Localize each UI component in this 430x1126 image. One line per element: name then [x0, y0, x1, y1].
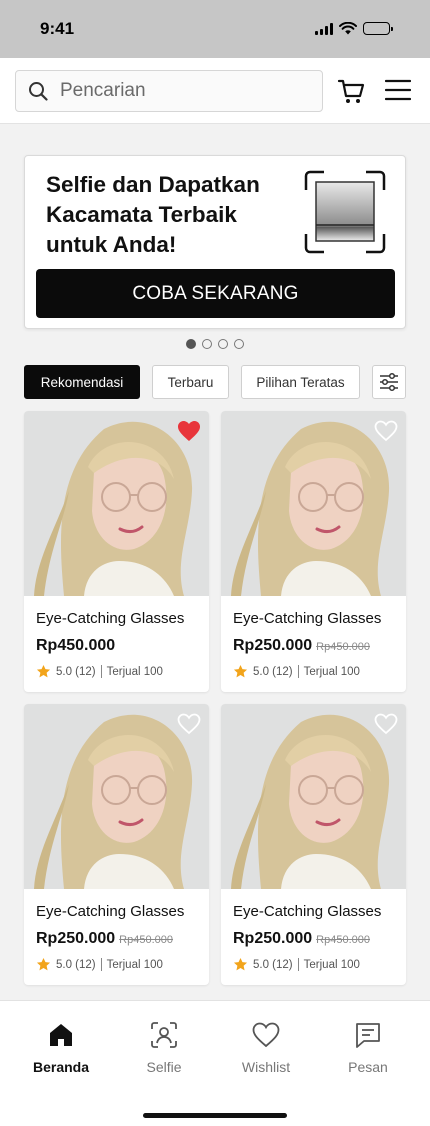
product-name: Eye-Catching Glasses	[233, 903, 382, 920]
meta-divider	[297, 665, 299, 678]
product-name: Eye-Catching Glasses	[233, 610, 382, 627]
product-rating: 5.0 (12)	[253, 665, 293, 678]
product-card[interactable]: Eye-Catching Glasses Rp450.000 5.0 (12) …	[24, 411, 209, 692]
home-indicator[interactable]	[143, 1113, 287, 1118]
search-icon	[29, 82, 48, 101]
star-icon	[36, 957, 51, 971]
product-rating: 5.0 (12)	[56, 665, 96, 678]
selfie-frame-icon	[304, 170, 386, 254]
product-original-price: Rp450.000	[316, 934, 370, 946]
product-name: Eye-Catching Glasses	[36, 610, 185, 627]
try-now-button[interactable]: COBA SEKARANG	[36, 269, 395, 318]
carousel-indicator	[186, 339, 244, 349]
meta-divider	[100, 958, 102, 971]
chip-newest[interactable]: Terbaru	[152, 365, 229, 399]
search-input[interactable]	[60, 80, 300, 102]
product-rating: 5.0 (12)	[56, 958, 96, 971]
wishlist-heart-outline-icon[interactable]	[374, 713, 398, 735]
carousel-dot[interactable]	[202, 339, 212, 349]
price-row: Rp250.000 Rp450.000	[233, 930, 370, 948]
product-sold-count: Terjual 100	[303, 665, 360, 678]
chip-recommended[interactable]: Rekomendasi	[24, 365, 140, 399]
sort-filter-bar: Rekomendasi Terbaru Pilihan Teratas	[24, 365, 406, 399]
tab-home[interactable]: Beranda	[18, 1021, 104, 1081]
star-icon	[233, 957, 248, 971]
heart-icon	[252, 1022, 280, 1048]
product-meta: 5.0 (12) Terjual 100	[233, 957, 360, 972]
tab-messages[interactable]: Pesan	[325, 1021, 411, 1081]
banner-title: Selfie dan Dapatkan Kacamata Terbaik unt…	[46, 172, 260, 257]
product-meta: 5.0 (12) Terjual 100	[233, 664, 360, 679]
wishlist-heart-filled-icon[interactable]	[177, 420, 201, 442]
product-price: Rp250.000	[233, 930, 313, 947]
product-price: Rp450.000	[36, 637, 116, 654]
star-icon	[233, 664, 248, 678]
face-scan-icon	[151, 1022, 177, 1048]
product-card[interactable]: Eye-Catching Glasses Rp250.000 Rp450.000…	[221, 411, 406, 692]
sliders-icon	[380, 372, 398, 392]
product-price: Rp250.000	[233, 637, 313, 654]
wishlist-heart-outline-icon[interactable]	[374, 420, 398, 442]
product-rating: 5.0 (12)	[253, 958, 293, 971]
status-icons	[315, 22, 393, 35]
promo-banner: Selfie dan Dapatkan Kacamata Terbaik unt…	[24, 155, 406, 329]
product-price: Rp250.000	[36, 930, 116, 947]
product-meta: 5.0 (12) Terjual 100	[36, 957, 163, 972]
meta-divider	[297, 958, 299, 971]
carousel-dot[interactable]	[234, 339, 244, 349]
home-icon	[50, 1024, 72, 1046]
search-bar[interactable]	[15, 70, 323, 112]
tab-label: Pesan	[348, 1059, 388, 1075]
star-icon	[36, 664, 51, 678]
product-meta: 5.0 (12) Terjual 100	[36, 664, 163, 679]
product-name: Eye-Catching Glasses	[36, 903, 185, 920]
chip-top-picks[interactable]: Pilihan Teratas	[241, 365, 360, 399]
carousel-dot[interactable]	[186, 339, 196, 349]
hamburger-menu-icon[interactable]	[385, 78, 411, 102]
status-bar: 9:41	[0, 0, 430, 58]
cellular-signal-icon	[315, 22, 333, 35]
carousel-dot[interactable]	[218, 339, 228, 349]
battery-icon	[363, 22, 393, 35]
bottom-tab-bar: Beranda Selfie Wishlist Pesan	[0, 1000, 430, 1126]
product-original-price: Rp450.000	[119, 934, 173, 946]
price-row: Rp250.000 Rp450.000	[233, 637, 370, 655]
tab-label: Wishlist	[241, 1059, 291, 1075]
price-row: Rp250.000 Rp450.000	[36, 930, 173, 948]
tab-wishlist[interactable]: Wishlist	[223, 1021, 309, 1081]
product-original-price: Rp450.000	[316, 641, 370, 653]
cart-icon[interactable]	[337, 77, 365, 105]
tab-selfie[interactable]: Selfie	[121, 1021, 207, 1081]
product-sold-count: Terjual 100	[106, 665, 163, 678]
price-row: Rp450.000	[36, 637, 115, 655]
product-card[interactable]: Eye-Catching Glasses Rp250.000 Rp450.000…	[24, 704, 209, 985]
meta-divider	[100, 665, 102, 678]
tab-label: Beranda	[32, 1059, 90, 1075]
wifi-icon	[339, 22, 357, 35]
filter-button[interactable]	[372, 365, 406, 399]
product-sold-count: Terjual 100	[303, 958, 360, 971]
product-card[interactable]: Eye-Catching Glasses Rp250.000 Rp450.000…	[221, 704, 406, 985]
wishlist-heart-outline-icon[interactable]	[177, 713, 201, 735]
header	[0, 58, 430, 124]
tab-label: Selfie	[146, 1059, 182, 1075]
product-sold-count: Terjual 100	[106, 958, 163, 971]
status-time: 9:41	[40, 19, 75, 38]
message-icon	[356, 1023, 380, 1048]
